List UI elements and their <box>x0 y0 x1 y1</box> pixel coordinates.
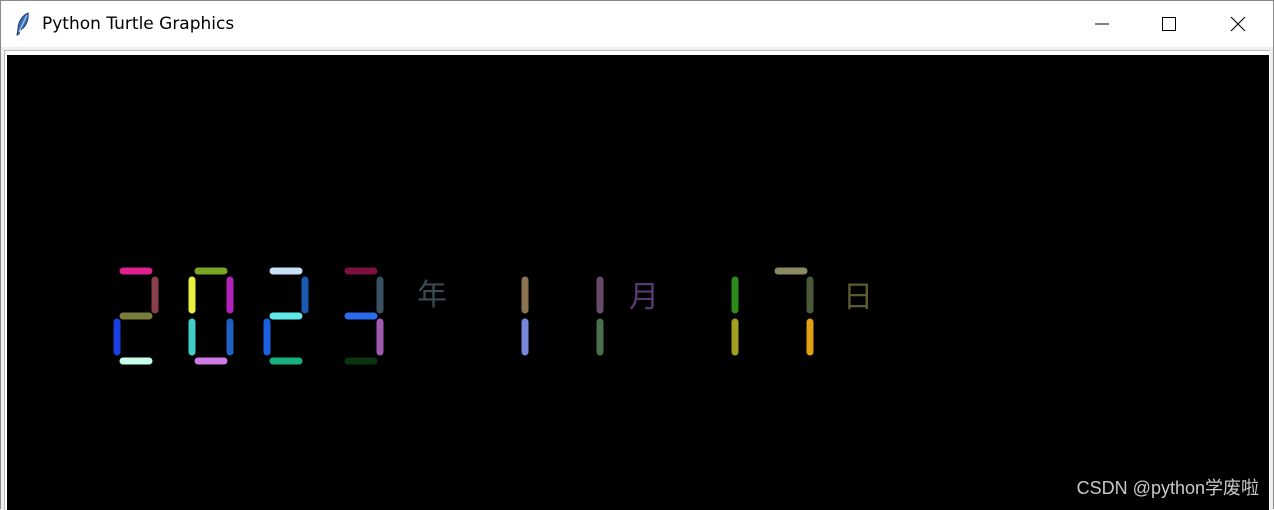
turtle-canvas[interactable]: 年 月 日 CSDN @python学废啦 <box>7 55 1269 510</box>
seven-segment-date: 年月日 <box>113 267 873 365</box>
month-unit-label: 月 <box>629 280 659 315</box>
minimize-icon <box>1095 23 1109 25</box>
window-title: Python Turtle Graphics <box>42 14 235 34</box>
maximize-icon <box>1162 17 1176 31</box>
day-unit-label: 日 <box>843 280 873 315</box>
title-bar[interactable]: Python Turtle Graphics <box>1 1 1273 47</box>
minimize-button[interactable] <box>1067 1 1137 47</box>
watermark: CSDN @python学废啦 <box>1076 478 1259 498</box>
close-button[interactable] <box>1203 1 1273 47</box>
turtle-window: Python Turtle Graphics 年 月 日 CSDN @python学… <box>0 0 1274 510</box>
feather-icon <box>15 12 31 36</box>
year-unit-label: 年 <box>417 278 447 313</box>
close-icon <box>1230 16 1246 32</box>
maximize-button[interactable] <box>1134 1 1204 47</box>
